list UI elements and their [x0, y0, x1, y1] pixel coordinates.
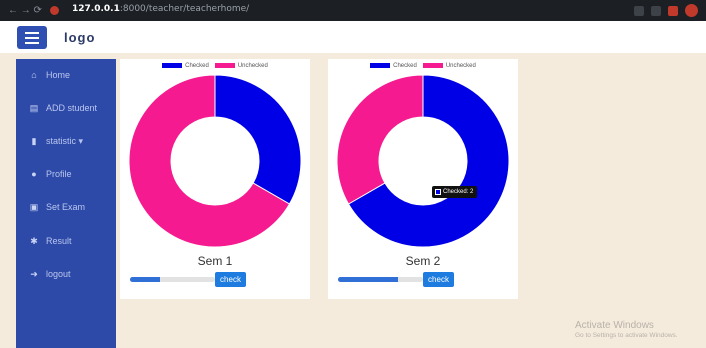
gear-icon: ✱ — [30, 235, 38, 246]
chart-legend: Checked Unchecked — [120, 63, 310, 69]
legend-swatch — [422, 63, 443, 68]
sidebar-item-label: Set Exam — [46, 202, 86, 212]
legend-item-unchecked[interactable]: Unchecked — [422, 63, 476, 70]
sidebar-item-label: Result — [46, 236, 72, 246]
top-header: logo — [0, 21, 706, 53]
legend-label: Checked — [185, 63, 209, 70]
home-icon: ⌂ — [31, 70, 37, 80]
donut-chart[interactable] — [125, 73, 305, 249]
sidebar-item-profile[interactable]: ● Profile — [16, 164, 116, 184]
file-icon: ▤ — [29, 102, 39, 113]
back-arrow-icon[interactable]: ← → ⟳ — [8, 5, 42, 16]
watermark-subtitle: Go to Settings to activate Windows. — [575, 332, 678, 339]
sidebar-item-statistic[interactable]: ▮ statistic ▾ — [16, 131, 116, 151]
legend-item-checked[interactable]: Checked — [162, 63, 209, 69]
progress-fill — [338, 277, 398, 282]
check-button[interactable]: check — [215, 272, 246, 287]
legend-item-unchecked[interactable]: Unchecked — [214, 63, 268, 70]
progress-slider[interactable] — [338, 277, 423, 282]
site-info-icon[interactable] — [50, 6, 59, 15]
sidebar-item-label: logout — [46, 269, 71, 279]
address-bar[interactable]: 127.0.0.1:8000/teacher/teacherhome/ — [72, 4, 249, 14]
browser-bar: ← → ⟳ 127.0.0.1:8000/teacher/teacherhome… — [0, 0, 706, 21]
legend-swatch — [214, 63, 235, 68]
key-icon[interactable] — [634, 5, 644, 16]
hamburger-menu-button[interactable] — [17, 26, 47, 49]
sidebar-item-label: Home — [46, 70, 71, 80]
sidebar-item-label: ADD student — [46, 103, 98, 113]
browser-actions — [634, 4, 698, 17]
bar-chart-icon: ▮ — [31, 135, 37, 146]
logo[interactable]: logo — [64, 30, 95, 45]
extension-icon[interactable] — [668, 5, 678, 16]
sidebar-item-result[interactable]: ✱ Result — [16, 231, 116, 251]
watermark-title: Activate Windows — [575, 320, 654, 331]
hamburger-line — [25, 31, 39, 34]
check-button[interactable]: check — [423, 272, 454, 287]
user-icon: ● — [31, 169, 37, 179]
hamburger-line — [25, 36, 39, 39]
chart-card-sem2: Checked Unchecked Checked: 2 Sem 2 check — [328, 59, 518, 299]
hamburger-line — [25, 41, 39, 44]
sidebar-item-logout[interactable]: ➜ logout — [16, 264, 116, 284]
chart-tooltip: Checked: 2 — [432, 186, 478, 198]
sidebar-item-set-exam[interactable]: ▣ Set Exam — [16, 197, 116, 217]
avatar[interactable] — [685, 4, 698, 17]
legend-label: Checked — [393, 63, 417, 70]
star-icon[interactable] — [651, 5, 661, 16]
sidebar-item-home[interactable]: ⌂ Home — [16, 65, 116, 85]
legend-item-checked[interactable]: Checked — [370, 63, 417, 69]
donut-chart[interactable] — [333, 73, 513, 249]
tooltip-swatch — [435, 189, 441, 195]
tooltip-text: Checked: 2 — [443, 189, 474, 195]
chart-title: Sem 1 — [197, 254, 233, 268]
id-card-icon: ▣ — [29, 201, 39, 212]
donut-slice-unchecked[interactable] — [336, 74, 424, 205]
progress-fill — [130, 277, 160, 282]
chart-legend: Checked Unchecked — [328, 63, 518, 69]
donut-slice-checked[interactable] — [214, 74, 302, 205]
legend-swatch — [370, 63, 391, 68]
url-host: 127.0.0.1 — [72, 4, 120, 14]
logout-icon: ➜ — [30, 268, 38, 279]
sidebar-item-label: statistic ▾ — [46, 135, 84, 146]
chart-title: Sem 2 — [405, 254, 441, 268]
chart-card-sem1: Checked Unchecked Sem 1 check — [120, 59, 310, 299]
progress-slider[interactable] — [130, 277, 215, 282]
legend-label: Unchecked — [237, 63, 268, 70]
windows-activation-watermark: Activate Windows Go to Settings to activ… — [575, 320, 678, 339]
sidebar-item-add-student[interactable]: ▤ ADD student — [16, 98, 116, 118]
legend-label: Unchecked — [445, 63, 476, 70]
url-path: :8000/teacher/teacherhome/ — [119, 4, 250, 14]
legend-swatch — [162, 63, 183, 68]
sidebar-item-label: Profile — [46, 169, 72, 179]
sidebar: ⌂ Home ▤ ADD student ▮ statistic ▾ ● Pro… — [16, 59, 116, 348]
